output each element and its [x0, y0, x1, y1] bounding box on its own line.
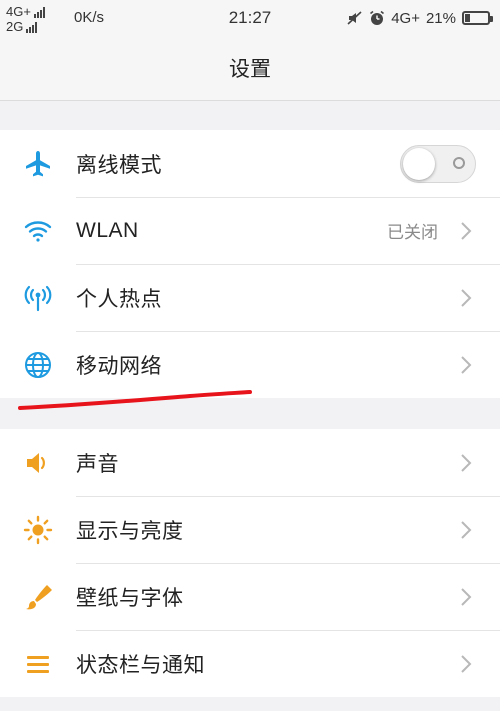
- battery-fill: [465, 14, 470, 22]
- wifi-icon: [20, 213, 56, 249]
- setting-personal-hotspot[interactable]: 个人热点: [0, 264, 500, 331]
- toggle-off-indicator-icon: [453, 156, 465, 169]
- hotspot-icon: [20, 280, 56, 316]
- wlan-status: 已关闭: [387, 223, 438, 242]
- chevron-right-icon: [456, 520, 476, 540]
- title-bar: 设置: [0, 36, 500, 101]
- globe-icon: [20, 347, 56, 383]
- page-title: 设置: [229, 58, 271, 81]
- setting-label: 离线模式: [76, 153, 162, 177]
- chevron-right-icon: [456, 654, 476, 674]
- airplane-icon: [20, 146, 56, 182]
- setting-label: 显示与亮度: [76, 519, 184, 543]
- status-icons: 4G+ 21%: [347, 6, 493, 30]
- setting-display-brightness[interactable]: 显示与亮度: [0, 496, 500, 563]
- chevron-right-icon: [456, 288, 476, 308]
- setting-sound[interactable]: 声音: [0, 429, 500, 496]
- settings-group-connectivity: 离线模式 WLAN 已关闭 个人热点 移动网络: [0, 130, 500, 398]
- setting-label: WLAN: [76, 218, 139, 242]
- chevron-right-icon: [456, 221, 476, 241]
- status-bar: 4G+ 2G 0K/s 21:27 4G+ 21%: [0, 0, 500, 36]
- setting-wallpaper-font[interactable]: 壁纸与字体: [0, 563, 500, 630]
- toggle-knob: [403, 147, 435, 180]
- battery-icon: [462, 11, 493, 25]
- setting-wlan[interactable]: WLAN 已关闭: [0, 197, 500, 264]
- airplane-mode-toggle[interactable]: [400, 144, 476, 183]
- chevron-right-icon: [456, 453, 476, 473]
- brush-icon: [20, 579, 56, 615]
- speaker-icon: [20, 445, 56, 481]
- setting-label: 移动网络: [76, 354, 162, 378]
- setting-label: 状态栏与通知: [76, 653, 205, 677]
- chevron-right-icon: [456, 355, 476, 375]
- notification-list-icon: [20, 646, 56, 682]
- network-type-right: 4G+: [391, 9, 420, 27]
- setting-label: 个人热点: [76, 287, 162, 311]
- alarm-icon: [369, 10, 385, 26]
- mute-icon: [347, 10, 363, 26]
- battery-percent: 21%: [425, 9, 456, 27]
- setting-statusbar-notifications[interactable]: 状态栏与通知: [0, 630, 500, 697]
- setting-label: 壁纸与字体: [76, 586, 184, 610]
- setting-label: 声音: [76, 452, 119, 476]
- setting-airplane-mode[interactable]: 离线模式: [0, 130, 500, 197]
- chevron-right-icon: [456, 587, 476, 607]
- setting-mobile-network[interactable]: 移动网络: [0, 331, 500, 398]
- settings-group-display: 声音 显示与亮度 壁纸与字体 状态栏与通知: [0, 429, 500, 697]
- brightness-icon: [20, 512, 56, 548]
